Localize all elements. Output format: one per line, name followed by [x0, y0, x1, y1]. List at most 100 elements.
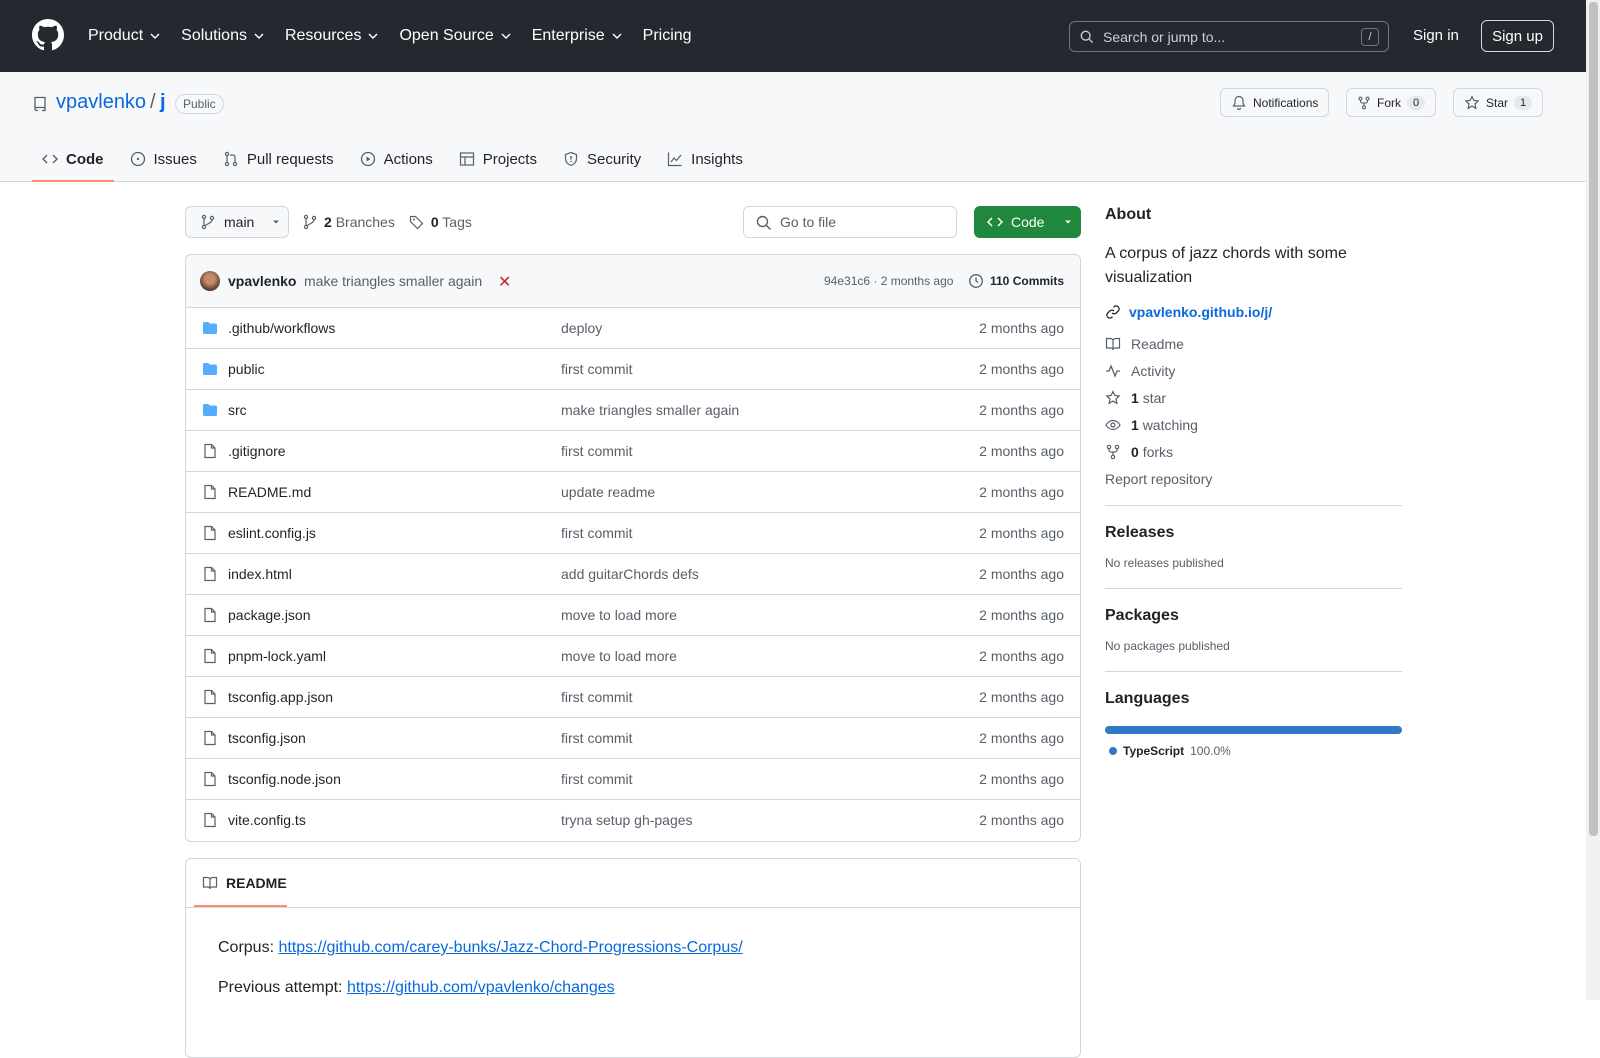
commit-message-link[interactable]: make triangles smaller again	[304, 273, 482, 289]
file-commit-message-link[interactable]: deploy	[561, 320, 602, 336]
commit-author-link[interactable]: vpavlenko	[228, 273, 296, 289]
file-commit-message-link[interactable]: make triangles smaller again	[561, 402, 739, 418]
file-row[interactable]: src make triangles smaller again 2 months …	[186, 390, 1080, 431]
file-commit-message-link[interactable]: tryna setup gh-pages	[561, 812, 693, 828]
file-name-link[interactable]: vite.config.ts	[228, 812, 306, 828]
star-button[interactable]: Star 1	[1453, 88, 1544, 117]
activity-link[interactable]: Activity	[1105, 363, 1402, 379]
language-typescript[interactable]: TypeScript 100.0%	[1105, 744, 1402, 758]
avatar[interactable]	[200, 271, 220, 291]
stars-link[interactable]: 1 star	[1105, 390, 1402, 406]
file-name-link[interactable]: .github/workflows	[228, 320, 335, 336]
tab-insights[interactable]: Insights	[657, 136, 753, 182]
file-name-link[interactable]: package.json	[228, 607, 311, 623]
file-row[interactable]: eslint.config.js first commit 2 months ago	[186, 513, 1080, 554]
file-name-link[interactable]: .gitignore	[228, 443, 286, 459]
file-commit-message-link[interactable]: first commit	[561, 525, 633, 541]
branch-select-button[interactable]: main	[185, 206, 289, 238]
file-name-link[interactable]: pnpm-lock.yaml	[228, 648, 326, 664]
file-commit-message-link[interactable]: first commit	[561, 730, 633, 746]
nav-product[interactable]: Product	[88, 27, 161, 45]
file-row[interactable]: public first commit 2 months ago	[186, 349, 1080, 390]
file-commit-date: 2 months ago	[979, 525, 1064, 541]
report-repository-link[interactable]: Report repository	[1105, 471, 1402, 487]
forks-link[interactable]: 0 forks	[1105, 444, 1402, 460]
file-row[interactable]: vite.config.ts tryna setup gh-pages 2 mont…	[186, 800, 1080, 841]
file-name-link[interactable]: tsconfig.app.json	[228, 689, 333, 705]
file-name-link[interactable]: public	[228, 361, 265, 377]
file-name-link[interactable]: tsconfig.json	[228, 730, 306, 746]
go-to-file-input[interactable]: Go to file	[743, 206, 957, 238]
commits-history-link[interactable]: 110 Commits	[968, 273, 1064, 289]
file-name-link[interactable]: README.md	[228, 484, 311, 500]
file-name-link[interactable]: tsconfig.node.json	[228, 771, 341, 787]
nav-pricing[interactable]: Pricing	[643, 27, 692, 45]
watchers-link[interactable]: 1 watching	[1105, 417, 1402, 433]
file-commit-message-link[interactable]: first commit	[561, 771, 633, 787]
file-name-link[interactable]: index.html	[228, 566, 292, 582]
releases-empty: No releases published	[1105, 556, 1224, 570]
file-commit-message-link[interactable]: first commit	[561, 443, 633, 459]
tab-readme[interactable]: README	[194, 859, 287, 907]
file-commit-message-link[interactable]: move to load more	[561, 607, 677, 623]
branches-link[interactable]: 2 Branches	[324, 214, 395, 230]
corpus-link[interactable]: https://github.com/carey-bunks/Jazz-Chor…	[278, 939, 742, 956]
branches-tags-links: 2 Branches 0 Tags	[302, 214, 472, 230]
commit-status-failed-icon[interactable]: ✕	[498, 272, 511, 292]
releases-heading[interactable]: Releases	[1105, 524, 1402, 542]
tab-code[interactable]: Code	[32, 136, 114, 182]
fork-button[interactable]: Fork 0	[1346, 88, 1437, 117]
tab-projects[interactable]: Projects	[449, 136, 547, 182]
packages-heading[interactable]: Packages	[1105, 607, 1402, 625]
file-commit-message-link[interactable]: update readme	[561, 484, 655, 500]
tab-actions[interactable]: Actions	[350, 136, 443, 182]
tab-security[interactable]: Security	[553, 136, 651, 182]
file-name-link[interactable]: eslint.config.js	[228, 525, 316, 541]
book-icon	[202, 876, 218, 890]
caret-down-icon	[1065, 220, 1072, 224]
scrollbar-thumb[interactable]	[1589, 2, 1598, 836]
sign-up-button[interactable]: Sign up	[1481, 20, 1554, 52]
nav-resources[interactable]: Resources	[285, 27, 379, 45]
file-row[interactable]: tsconfig.json first commit 2 months ago	[186, 718, 1080, 759]
homepage-link[interactable]: vpavlenko.github.io/j/	[1105, 304, 1402, 320]
eye-icon	[1105, 419, 1121, 431]
tag-icon	[409, 215, 424, 230]
file-row[interactable]: index.html add guitarChords defs 2 months …	[186, 554, 1080, 595]
nav-enterprise[interactable]: Enterprise	[532, 27, 623, 45]
file-commit-message-link[interactable]: add guitarChords defs	[561, 566, 699, 582]
tab-issues[interactable]: Issues	[120, 136, 207, 182]
previous-attempt-link[interactable]: https://github.com/vpavlenko/changes	[347, 979, 615, 996]
github-logo-icon[interactable]	[32, 19, 64, 51]
star-count: 1	[1514, 95, 1533, 110]
repo-name-link[interactable]: j	[160, 91, 166, 114]
file-row[interactable]: .gitignore first commit 2 months ago	[186, 431, 1080, 472]
star-icon	[1105, 390, 1121, 405]
notifications-button[interactable]: Notifications	[1220, 88, 1330, 117]
global-nav: Product Solutions Resources Open Source …	[88, 0, 712, 72]
file-name-link[interactable]: src	[228, 402, 247, 418]
tags-link[interactable]: 0 Tags	[431, 214, 472, 230]
file-row[interactable]: README.md update readme 2 months ago	[186, 472, 1080, 513]
issue-icon	[130, 151, 145, 167]
repo-header: vpavlenko / j Public Notifications Fork …	[0, 72, 1586, 182]
commit-hash-time[interactable]: 94e31c6 · 2 months ago	[824, 274, 953, 288]
file-row[interactable]: pnpm-lock.yaml move to load more 2 months …	[186, 636, 1080, 677]
file-commit-message-link[interactable]: first commit	[561, 361, 633, 377]
search-input[interactable]: Search or jump to... /	[1069, 21, 1389, 52]
play-icon	[360, 151, 375, 167]
file-row[interactable]: tsconfig.node.json first commit 2 months a…	[186, 759, 1080, 800]
readme-link[interactable]: Readme	[1105, 336, 1402, 352]
repo-owner-link[interactable]: vpavlenko	[56, 91, 146, 114]
pull-request-icon	[224, 151, 238, 167]
code-dropdown-button[interactable]: Code	[974, 206, 1081, 238]
tab-pull-requests[interactable]: Pull requests	[213, 136, 344, 182]
nav-solutions[interactable]: Solutions	[181, 27, 265, 45]
nav-open-source[interactable]: Open Source	[399, 27, 511, 45]
file-row[interactable]: tsconfig.app.json first commit 2 months ag…	[186, 677, 1080, 718]
file-row[interactable]: package.json move to load more 2 months ag…	[186, 595, 1080, 636]
file-commit-message-link[interactable]: first commit	[561, 689, 633, 705]
file-commit-message-link[interactable]: move to load more	[561, 648, 677, 664]
file-row[interactable]: .github/workflows deploy 2 months ago	[186, 308, 1080, 349]
sign-in-link[interactable]: Sign in	[1413, 27, 1459, 44]
